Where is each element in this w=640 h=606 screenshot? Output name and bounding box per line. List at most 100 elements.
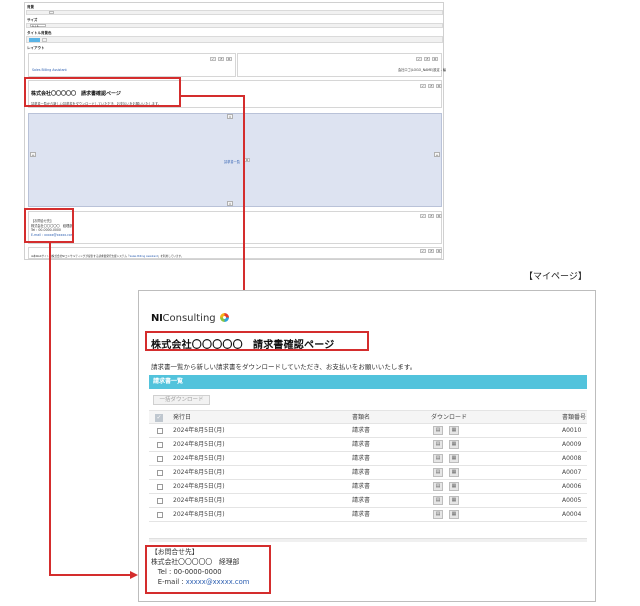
settings-icon[interactable]: ⚙ (226, 57, 232, 61)
row-doc-name: 請求書 (352, 497, 371, 504)
reset-icon[interactable]: ↺ (424, 57, 430, 61)
download-csv-icon[interactable]: ▦ (449, 510, 459, 519)
reset-icon[interactable]: ↺ (428, 249, 434, 253)
footer-prefix: ※本Webサイトは株式会社NIコンサルティングが提供する請求書発行支援システム「 (31, 255, 130, 258)
footer-panel[interactable]: ✓ ↺ ⚙ ※本Webサイトは株式会社NIコンサルティングが提供する請求書発行支… (28, 247, 442, 259)
mypage-title-callout (145, 331, 369, 351)
download-pdf-icon[interactable]: ▤ (433, 440, 443, 449)
table-row: 2024年8月5日(月) 請求書 ▤ ▦ A0006 (149, 480, 587, 494)
download-csv-icon[interactable]: ▦ (449, 496, 459, 505)
row-checkbox[interactable] (157, 470, 163, 476)
table-row: 2024年8月5日(月) 請求書 ▤ ▦ A0007 (149, 466, 587, 480)
row-date: 2024年8月5日(月) (173, 511, 225, 518)
row-doc-number: A0005 (562, 497, 582, 504)
row-doc-name: 請求書 (352, 483, 371, 490)
mypage-caption: 【マイページ】 (524, 272, 587, 282)
header-left-link[interactable]: Sales Billing Assistant (32, 68, 67, 72)
header-right-panel[interactable]: ✓ ↺ ⚙ 会社ロゴ(LOGO_NAME)設定 - 編 (237, 53, 446, 77)
contact-callout (24, 208, 74, 243)
download-csv-icon[interactable]: ▦ (449, 440, 459, 449)
background-select[interactable] (49, 11, 54, 14)
download-pdf-icon[interactable]: ▤ (433, 468, 443, 477)
row-doc-name: 請求書 (352, 427, 371, 434)
download-csv-icon[interactable]: ▦ (449, 482, 459, 491)
title-callout (24, 77, 181, 107)
table-row: 2024年8月5日(月) 請求書 ▤ ▦ A0008 (149, 452, 587, 466)
header-left-panel[interactable]: ✓ ↺ ⚙ Sales Billing Assistant (28, 53, 236, 77)
row-date: 2024年8月5日(月) (173, 483, 225, 490)
layout-label: レイアウト (27, 46, 45, 50)
row-doc-number: A0009 (562, 441, 582, 448)
header-right-text: 会社ロゴ(LOGO_NAME)設定 - 編 (398, 68, 447, 72)
table-header-row: ✓ 発行日 書類名 ダウンロード 書類番号 (149, 410, 587, 424)
row-date: 2024年8月5日(月) (173, 455, 225, 462)
footer-suffix: 」を利用しています。 (157, 255, 184, 258)
table-row: 2024年8月5日(月) 請求書 ▤ ▦ A0004 (149, 508, 587, 522)
canvas-label: 請求書一覧 (224, 160, 240, 164)
row-doc-number: A0006 (562, 483, 582, 490)
reset-icon[interactable]: ↺ (428, 84, 434, 88)
page-description: 請求書一覧から新しい請求書をダウンロードしていただき、お支払いをお願いいたします… (151, 363, 417, 371)
size-select-bar: 1 / 1 (26, 23, 443, 28)
row-checkbox[interactable] (157, 428, 163, 434)
download-pdf-icon[interactable]: ▤ (433, 426, 443, 435)
settings-icon[interactable]: ⚙ (436, 214, 442, 218)
title-arrow-horizontal (181, 95, 245, 97)
color-picker-button[interactable] (42, 38, 47, 42)
reset-icon[interactable]: ↺ (428, 214, 434, 218)
download-pdf-icon[interactable]: ▤ (433, 454, 443, 463)
download-csv-icon[interactable]: ▦ (449, 454, 459, 463)
invoice-table: ✓ 発行日 書類名 ダウンロード 書類番号 2024年8月5日(月) 請求書 ▤ ▦ A… (149, 410, 587, 522)
settings-icon[interactable]: ⚙ (436, 84, 442, 88)
table-row: 2024年8月5日(月) 請求書 ▤ ▦ A0010 (149, 424, 587, 438)
background-select-bar (26, 10, 443, 15)
resize-left-handle[interactable]: ↔ (30, 152, 36, 157)
row-checkbox[interactable] (157, 484, 163, 490)
list-widget-canvas[interactable]: ↕ ↔ ↔ ↕ 請求書一覧 ⚙ (28, 113, 442, 207)
resize-top-handle[interactable]: ↕ (227, 114, 233, 119)
apply-icon[interactable]: ✓ (420, 214, 426, 218)
apply-icon[interactable]: ✓ (420, 84, 426, 88)
mypage-contact-callout (145, 545, 271, 594)
contact-panel[interactable]: ✓ ↺ ⚙ 【お問合せ先】 株式会社〇〇〇〇〇 経理部 Tel : 00-000… (28, 211, 442, 244)
download-pdf-icon[interactable]: ▤ (433, 510, 443, 519)
settings-icon[interactable]: ⚙ (436, 249, 442, 253)
download-csv-icon[interactable]: ▦ (449, 426, 459, 435)
logo-rest: Consulting (162, 313, 216, 324)
row-doc-number: A0010 (562, 427, 582, 434)
apply-icon[interactable]: ✓ (416, 57, 422, 61)
footer-link[interactable]: Sales Billing Assistant (130, 255, 158, 258)
contact-arrow-head (130, 571, 138, 579)
apply-icon[interactable]: ✓ (420, 249, 426, 253)
size-select[interactable]: 1 / 1 (30, 24, 46, 28)
column-header-download: ダウンロード (431, 414, 468, 421)
select-all-checkbox[interactable]: ✓ (155, 414, 163, 422)
bulk-download-button[interactable]: 一括ダウンロード (153, 395, 210, 405)
apply-icon[interactable]: ✓ (210, 57, 216, 61)
row-checkbox[interactable] (157, 512, 163, 518)
horizontal-scrollbar[interactable] (149, 538, 587, 542)
row-checkbox[interactable] (157, 456, 163, 462)
title-color-swatch[interactable] (29, 38, 40, 42)
row-date: 2024年8月5日(月) (173, 441, 225, 448)
column-header-date: 発行日 (173, 414, 192, 421)
resize-right-handle[interactable]: ↔ (434, 152, 440, 157)
title-arrow-vertical (243, 95, 245, 307)
reset-icon[interactable]: ↺ (218, 57, 224, 61)
row-doc-name: 請求書 (352, 441, 371, 448)
row-checkbox[interactable] (157, 442, 163, 448)
contact-arrow-vertical (49, 243, 51, 575)
table-row: 2024年8月5日(月) 請求書 ▤ ▦ A0005 (149, 494, 587, 508)
download-pdf-icon[interactable]: ▤ (433, 496, 443, 505)
logo-mark-icon (219, 313, 229, 322)
table-row: 2024年8月5日(月) 請求書 ▤ ▦ A0009 (149, 438, 587, 452)
row-date: 2024年8月5日(月) (173, 427, 225, 434)
column-header-number: 書類番号 (562, 414, 587, 421)
resize-bottom-handle[interactable]: ↕ (227, 201, 233, 206)
download-pdf-icon[interactable]: ▤ (433, 482, 443, 491)
row-checkbox[interactable] (157, 498, 163, 504)
column-header-name: 書類名 (352, 414, 371, 421)
row-doc-number: A0007 (562, 469, 582, 476)
download-csv-icon[interactable]: ▦ (449, 468, 459, 477)
settings-icon[interactable]: ⚙ (432, 57, 438, 61)
